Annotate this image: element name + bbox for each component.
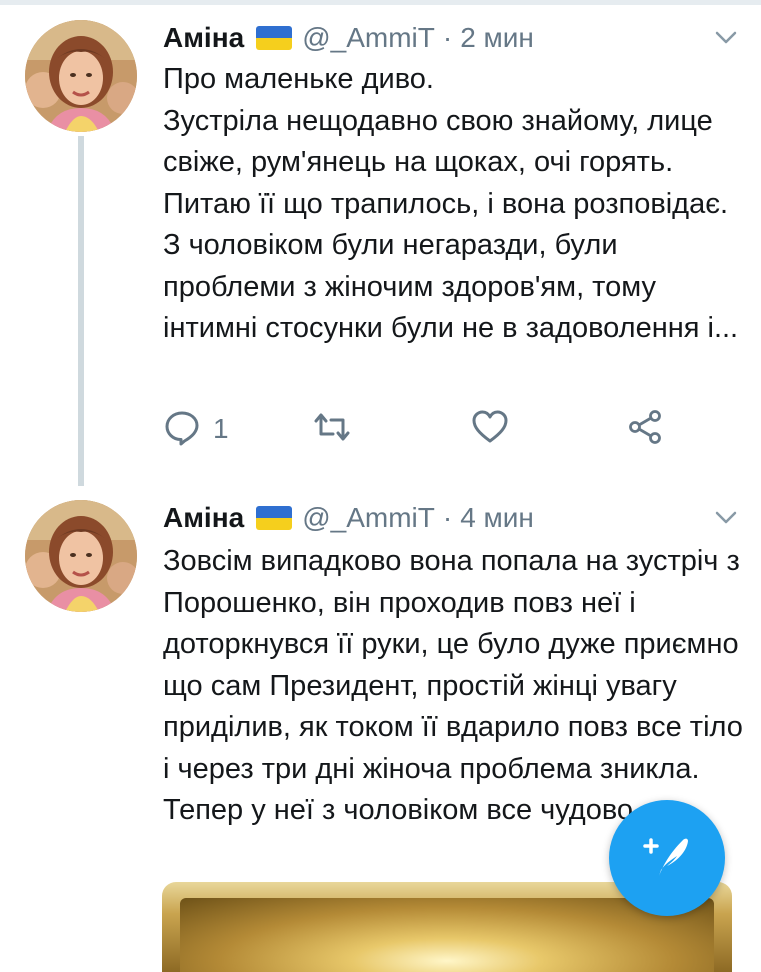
media-frame [180, 898, 714, 972]
thread-connector-line [78, 136, 84, 486]
author-handle[interactable]: @_AmmiT [302, 22, 435, 54]
like-button[interactable] [471, 407, 509, 451]
author-name[interactable]: Аміна [163, 502, 244, 534]
author-handle[interactable]: @_AmmiT [302, 502, 435, 534]
avatar[interactable] [25, 500, 137, 612]
tweet-header: Аміна @_AmmiT · 4 мин [163, 500, 534, 536]
tweet-header: Аміна @_AmmiT · 2 мин [163, 20, 534, 56]
reply-icon [163, 408, 201, 451]
tweet-timestamp[interactable]: 4 мин [460, 502, 534, 534]
tweet[interactable]: Аміна @_AmmiT · 2 мин Про маленьке диво.… [0, 0, 761, 486]
compose-tweet-button[interactable] [609, 800, 725, 916]
author-name[interactable]: Аміна [163, 22, 244, 54]
avatar[interactable] [25, 20, 137, 132]
ukraine-flag-icon [256, 26, 293, 50]
tweet-timestamp[interactable]: 2 мин [460, 22, 534, 54]
tweet-actions: 1 [163, 407, 703, 451]
retweet-button[interactable] [313, 407, 351, 451]
retweet-icon [313, 408, 351, 451]
separator: · [442, 502, 453, 533]
ukraine-flag-icon [256, 506, 293, 530]
tweet-text: Зовсім випадково вона попала на зустріч … [163, 545, 743, 826]
reply-count: 1 [213, 413, 229, 444]
reply-button[interactable]: 1 [163, 407, 229, 451]
separator: · [442, 22, 453, 53]
share-button[interactable] [626, 407, 664, 451]
share-icon [626, 408, 664, 451]
compose-tweet-icon [637, 826, 697, 891]
heart-icon [471, 408, 509, 451]
tweet-text: Про маленьке диво. Зустріла нещодавно св… [163, 63, 739, 344]
chevron-down-icon[interactable] [713, 504, 739, 530]
chevron-down-icon[interactable] [713, 24, 739, 50]
